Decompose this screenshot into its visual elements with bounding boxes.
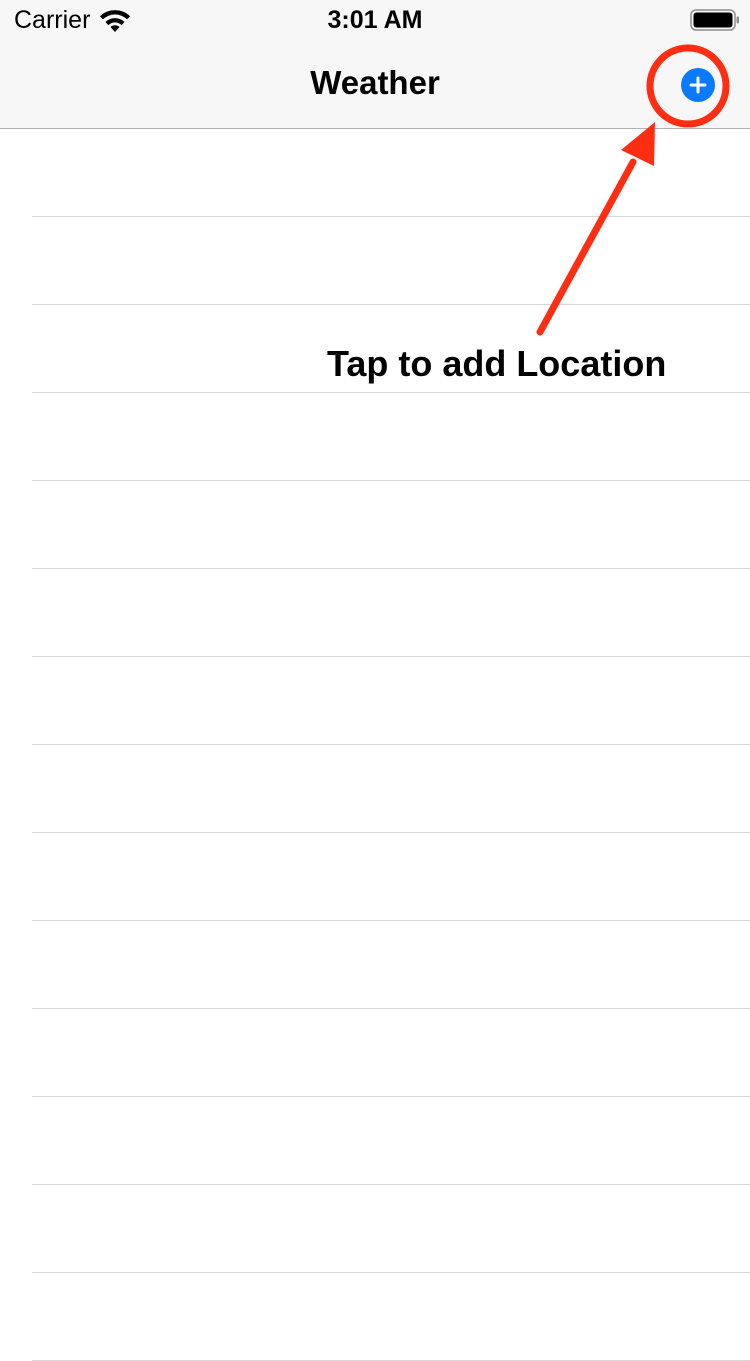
page-title: Weather: [310, 64, 440, 101]
table-row[interactable]: [0, 1009, 750, 1097]
table-row[interactable]: [0, 393, 750, 481]
table-row[interactable]: [0, 657, 750, 745]
table-row[interactable]: [0, 1185, 750, 1273]
table-row[interactable]: [0, 1273, 750, 1361]
table-row[interactable]: [0, 481, 750, 569]
status-bar: Carrier 3:01 AM: [0, 0, 750, 40]
table-row[interactable]: [0, 129, 750, 217]
table-row[interactable]: [0, 921, 750, 1009]
battery-icon: [690, 9, 739, 31]
table-row[interactable]: [0, 217, 750, 305]
add-location-button[interactable]: [679, 66, 717, 104]
status-time: 3:01 AM: [327, 6, 423, 34]
navigation-bar: Weather: [0, 40, 750, 129]
table-row[interactable]: [0, 1097, 750, 1185]
table-row[interactable]: [0, 569, 750, 657]
locations-table[interactable]: [0, 129, 750, 1361]
table-row[interactable]: [0, 833, 750, 921]
table-row[interactable]: [0, 305, 750, 393]
table-row[interactable]: [0, 745, 750, 833]
